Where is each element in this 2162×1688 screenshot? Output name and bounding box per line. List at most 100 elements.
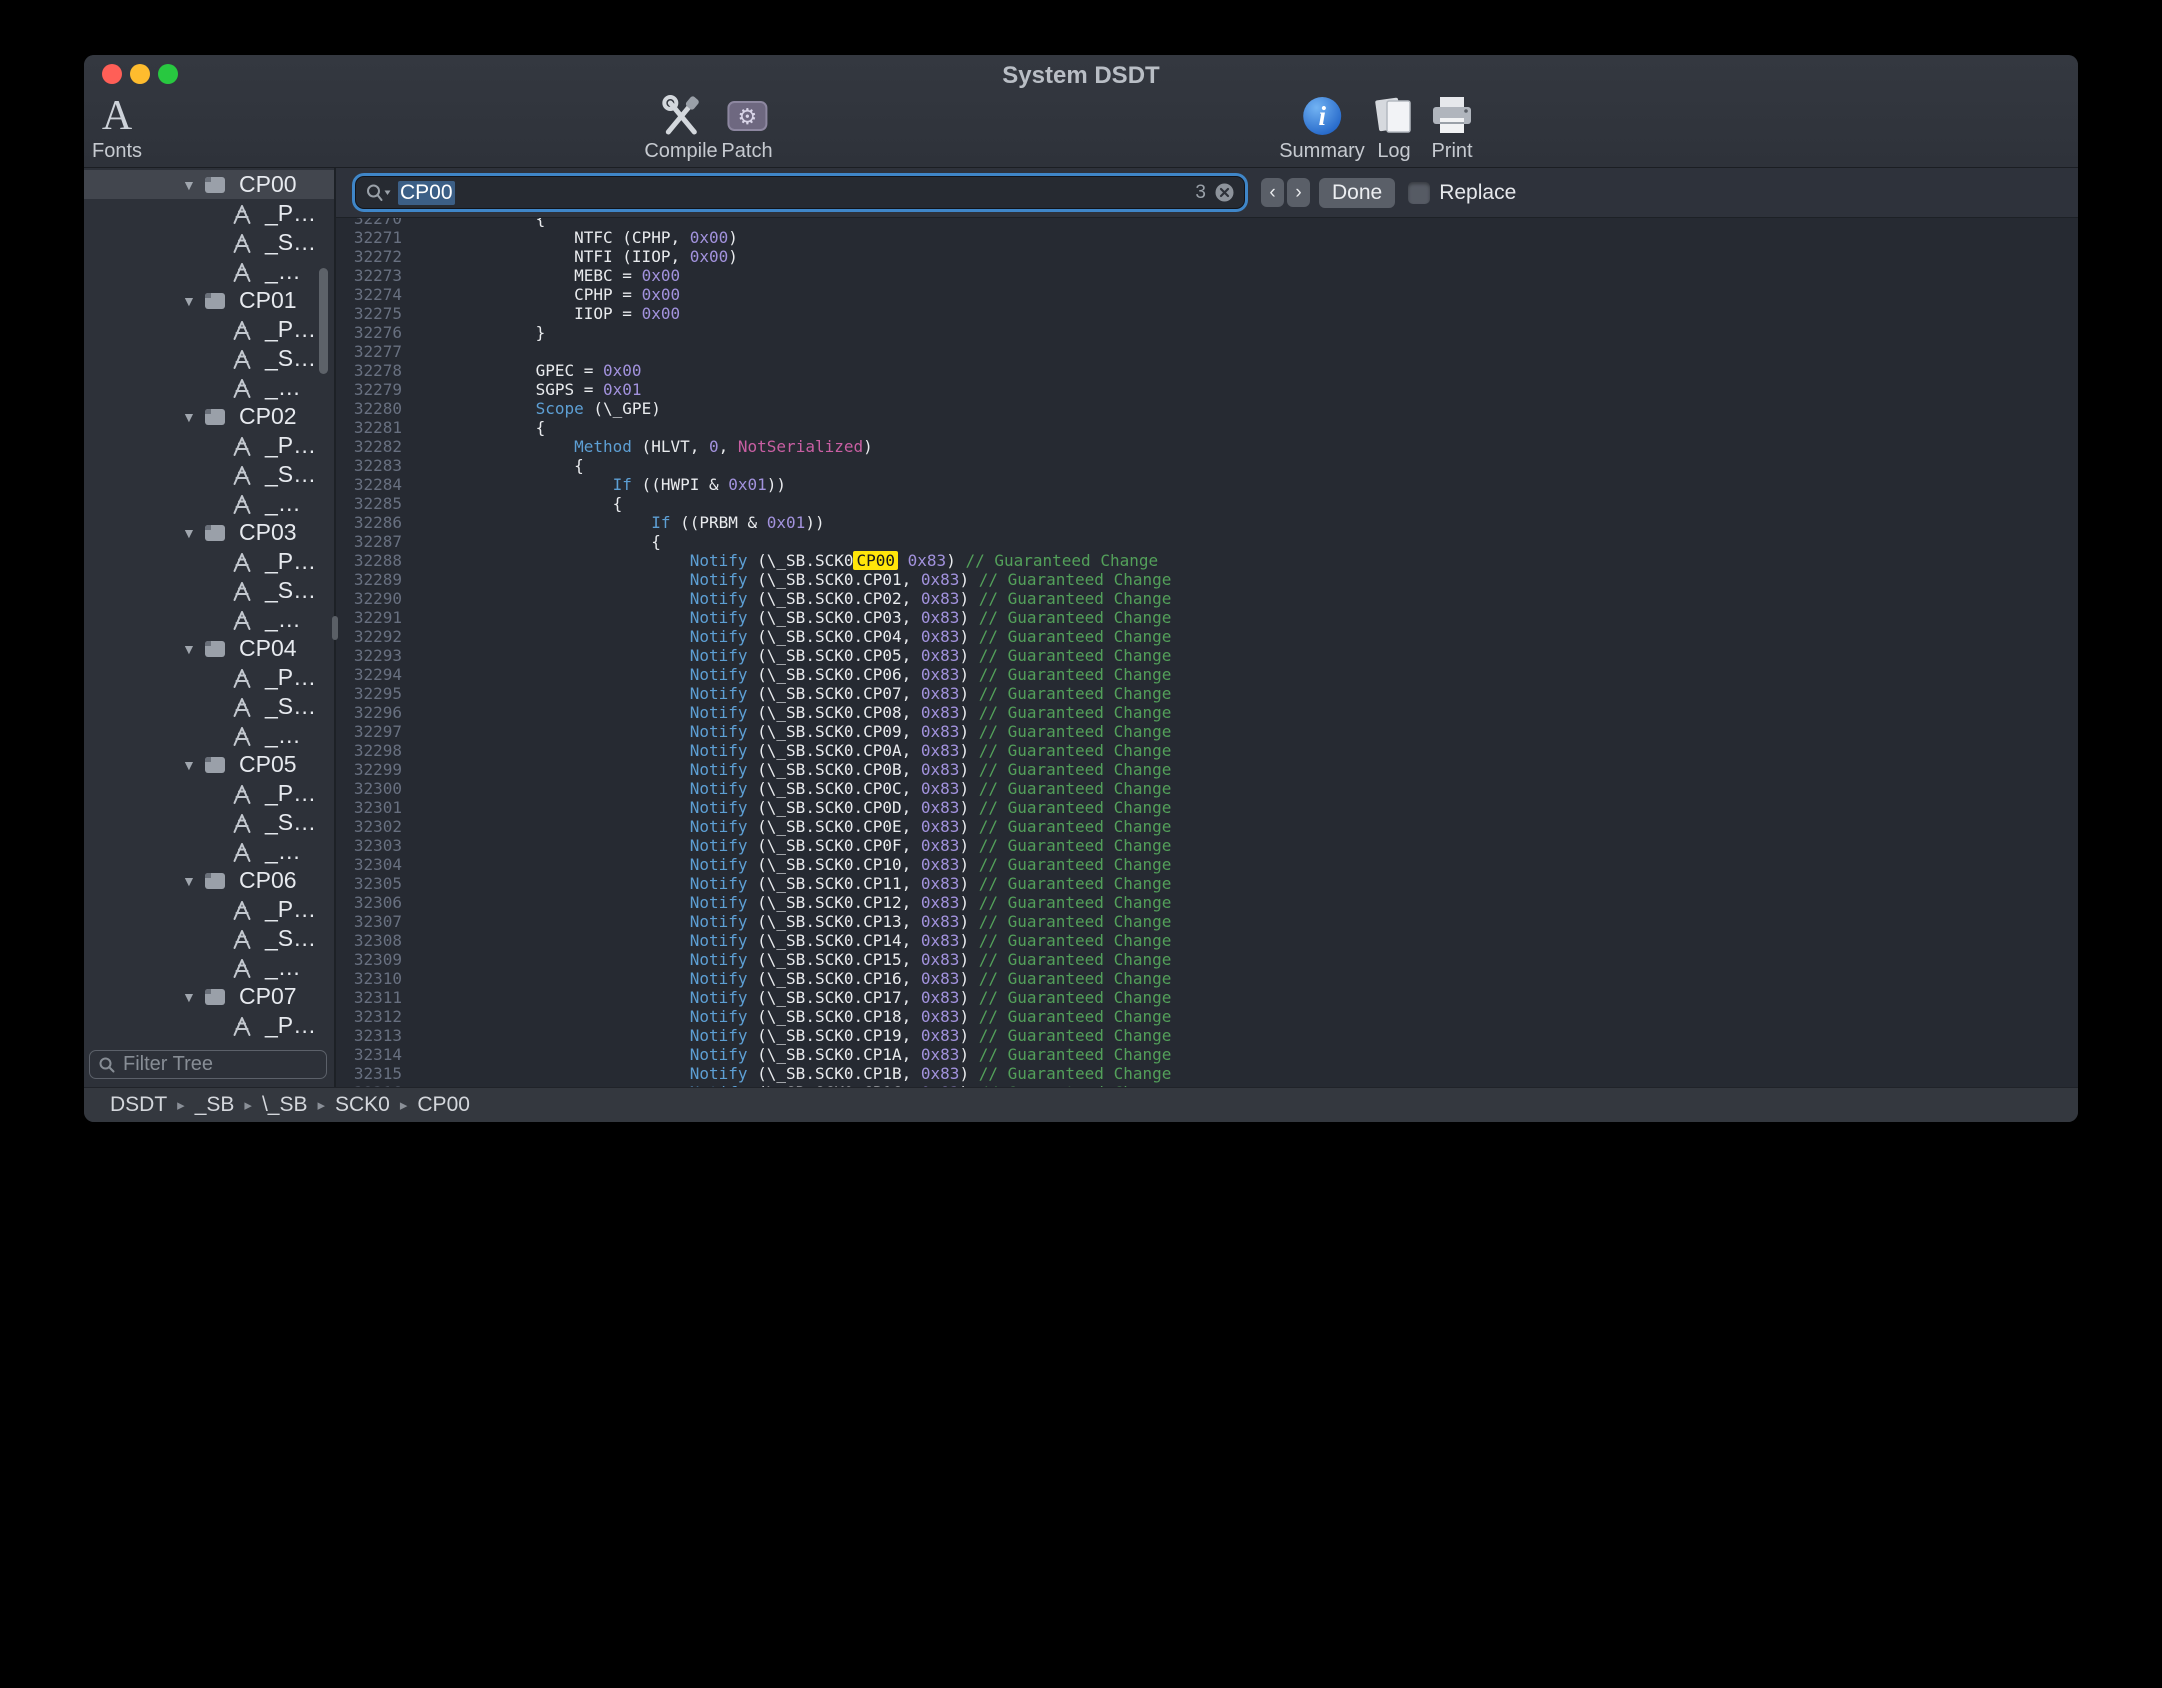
line-number: 32289 [336,570,402,589]
window-title: System DSDT [84,62,2078,90]
breadcrumb-item[interactable]: DSDT [110,1093,167,1117]
line-number: 32294 [336,665,402,684]
tree-item-cp00-child[interactable]: _P… [84,199,334,228]
tree-item-cp01-child[interactable]: _… [84,373,334,402]
tree-item-cp01-child[interactable]: _P… [84,315,334,344]
disclosure-triangle-icon[interactable]: ▼ [182,293,204,309]
find-input[interactable]: CP00 3 [356,177,1244,208]
tree-item-cp04-child[interactable]: _S… [84,692,334,721]
code-line: 32280 Scope (\_GPE) [336,399,2078,418]
code-text: Method (HLVT, 0, NotSerialized) [420,437,873,456]
breadcrumb-item[interactable]: \_SB [262,1093,308,1117]
code-text: Notify (\_SB.SCK0.CP10, 0x83) // Guarant… [420,855,1171,874]
log-button[interactable]: Log [1372,92,1416,162]
patch-label: Patch [721,140,772,162]
sidebar-tree: ▼CP00_P…_S…_…▼CP01_P…_S…_…▼CP02_P…_S…_…▼… [84,170,334,1043]
tree-item-cp01[interactable]: ▼CP01 [84,286,334,315]
summary-label: Summary [1279,140,1365,162]
line-number: 32279 [336,380,402,399]
disclosure-triangle-icon[interactable]: ▼ [182,757,204,773]
line-number: 32284 [336,475,402,494]
compile-label: Compile [644,140,717,162]
tree-item-cp06-child[interactable]: _P… [84,895,334,924]
tree-item-cp05-child[interactable]: _… [84,837,334,866]
method-icon [230,260,256,284]
tree-item-cp05-child[interactable]: _S… [84,808,334,837]
disclosure-triangle-icon[interactable]: ▼ [182,525,204,541]
tree-item-cp04[interactable]: ▼CP04 [84,634,334,663]
tree-item-cp02[interactable]: ▼CP02 [84,402,334,431]
code-line: 32278 GPEC = 0x00 [336,361,2078,380]
tree-item-cp03[interactable]: ▼CP03 [84,518,334,547]
code-text: { [420,456,584,475]
code-line: 32273 MEBC = 0x00 [336,266,2078,285]
code-line: 32295 Notify (\_SB.SCK0.CP07, 0x83) // G… [336,684,2078,703]
disclosure-triangle-icon[interactable]: ▼ [182,873,204,889]
find-next-button[interactable]: › [1287,178,1310,207]
compile-button[interactable]: Compile [644,92,717,162]
method-icon [230,434,256,458]
tree-item-cp03-child[interactable]: _P… [84,547,334,576]
sidebar-scrollbar[interactable] [319,268,328,374]
summary-button[interactable]: i Summary [1279,92,1365,162]
tree-item-cp06[interactable]: ▼CP06 [84,866,334,895]
breadcrumb-item[interactable]: SCK0 [335,1093,390,1117]
fonts-button[interactable]: A Fonts [92,92,142,162]
patch-button[interactable]: ⚙ Patch [721,92,772,162]
disclosure-triangle-icon[interactable]: ▼ [182,177,204,193]
tree-item-cp05[interactable]: ▼ CP05 [84,750,334,779]
tree-item-cp00-child[interactable]: _S… [84,228,334,257]
tree-item-cp06-child[interactable]: _S… [84,924,334,953]
search-icon [98,1056,116,1074]
replace-checkbox[interactable] [1408,182,1430,204]
tree-item-cp01-child[interactable]: _S… [84,344,334,373]
clear-search-icon[interactable] [1214,182,1235,203]
replace-toggle[interactable]: Replace [1408,181,1516,205]
tree-item-cp03-child[interactable]: _… [84,605,334,634]
method-icon [230,956,256,980]
tree-item-label: _P… [265,780,316,807]
done-button[interactable]: Done [1319,178,1395,208]
disclosure-triangle-icon[interactable]: ▼ [182,989,204,1005]
code-editor[interactable]: 32270 {32271 NTFC (CPHP, 0x00)32272 NTFI… [336,218,2078,1087]
tree-item-cp07-child[interactable]: _P… [84,1011,334,1040]
tree-item-cp02-child[interactable]: _S… [84,460,334,489]
breadcrumb-separator-icon: ▸ [400,1096,408,1114]
code-text: Notify (\_SB.SCK0.CP11, 0x83) // Guarant… [420,874,1171,893]
tree-item-label: _P… [265,896,316,923]
tree-item-cp06-child[interactable]: _… [84,953,334,982]
code-text: Notify (\_SB.SCK0.CP03, 0x83) // Guarant… [420,608,1171,627]
breadcrumb-separator-icon: ▸ [317,1096,325,1114]
breadcrumb-item[interactable]: CP00 [417,1093,470,1117]
tree-item-cp00-child[interactable]: _… [84,257,334,286]
titlebar[interactable]: System DSDT [84,55,2078,92]
find-previous-button[interactable]: ‹ [1261,178,1284,207]
tree-item-cp07[interactable]: ▼CP07 [84,982,334,1011]
svg-text:i: i [1318,101,1326,131]
tree-item-cp02-child[interactable]: _P… [84,431,334,460]
tree-item-cp00[interactable]: ▼CP00 [84,170,334,199]
tree-item-cp04-child[interactable]: _… [84,721,334,750]
line-number: 32277 [336,342,402,361]
code-text: Notify (\_SB.SCK0.CP05, 0x83) // Guarant… [420,646,1171,665]
disclosure-triangle-icon[interactable]: ▼ [182,409,204,425]
print-button[interactable]: Print [1429,92,1475,162]
code-line: 32315 Notify (\_SB.SCK0.CP1B, 0x83) // G… [336,1064,2078,1083]
tree-item-cp05-child[interactable]: _P… [84,779,334,808]
code-line: 32284 If ((HWPI & 0x01)) [336,475,2078,494]
code-line: 32289 Notify (\_SB.SCK0.CP01, 0x83) // G… [336,570,2078,589]
tree-item-label: _… [265,606,301,633]
tree-item-cp04-child[interactable]: _P… [84,663,334,692]
tree-item-cp03-child[interactable]: _S… [84,576,334,605]
tree-item-cp07-child[interactable]: _S… [84,1040,334,1043]
disclosure-triangle-icon[interactable]: ▼ [182,641,204,657]
tree-item-cp02-child[interactable]: _… [84,489,334,518]
code-text: CPHP = 0x00 [420,285,680,304]
printer-icon [1429,92,1475,140]
line-number: 32278 [336,361,402,380]
search-icon[interactable] [365,183,392,203]
code-text: Notify (\_SB.SCK0.CP0F, 0x83) // Guarant… [420,836,1171,855]
tree-item-label: CP05 [239,751,297,778]
breadcrumb-item[interactable]: _SB [195,1093,235,1117]
filter-tree-field[interactable]: Filter Tree [89,1050,327,1079]
